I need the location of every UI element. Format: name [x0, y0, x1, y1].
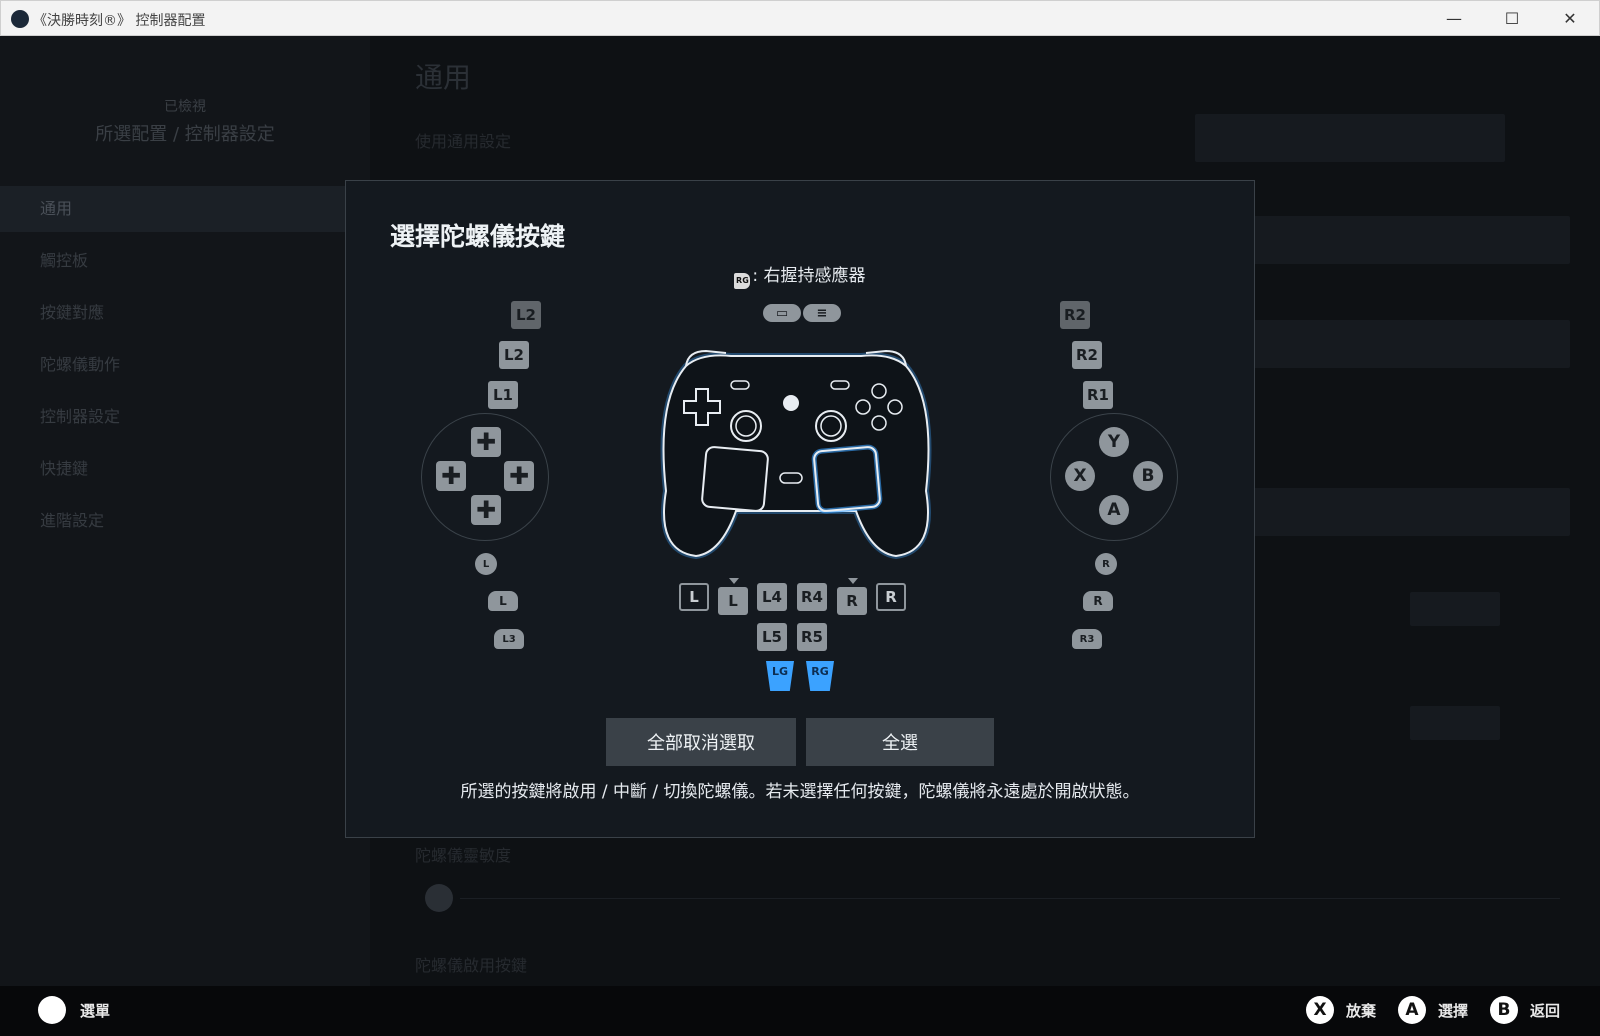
right-grip-sensor-button[interactable]: RG [806, 661, 834, 691]
r3-click-icon[interactable]: R3 [1072, 629, 1102, 649]
right-stick-touch-icon[interactable]: R [1095, 553, 1117, 575]
right-grip-icon[interactable]: R [1083, 591, 1113, 611]
sidebar-header-label: 已檢視 [164, 99, 206, 115]
r2-button[interactable]: R2 [1072, 341, 1102, 369]
steam-menu-icon[interactable] [38, 996, 66, 1024]
r1-button[interactable]: R1 [1083, 381, 1113, 409]
steam-logo-icon [11, 10, 29, 28]
close-button[interactable]: ✕ [1547, 1, 1593, 36]
r2-full-pull-button[interactable]: R2 [1060, 301, 1090, 329]
controller-illustration-icon [660, 349, 932, 560]
bottom-bar: 選單 X 放棄 A 選擇 B 返回 [0, 986, 1600, 1036]
bg-slider-track [460, 898, 1560, 899]
left-trackpad-click-button[interactable]: L [679, 583, 709, 611]
a-button[interactable]: A [1099, 495, 1129, 525]
sidebar: 已檢視 所選配置 / 控制器設定 通用 觸控板 按鍵對應 陀螺儀動作 控制器設定… [0, 36, 370, 986]
maximize-button[interactable]: ☐ [1489, 1, 1535, 36]
right-grip-sensor-icon: RG [734, 273, 751, 289]
sidebar-item-controller[interactable]: 控制器設定 [0, 394, 370, 440]
b-key-icon: B [1490, 996, 1518, 1024]
minimize-button[interactable]: — [1431, 1, 1477, 36]
sidebar-item-trackpad[interactable]: 觸控板 [0, 238, 370, 284]
r5-button[interactable]: R5 [797, 623, 827, 651]
left-grip-sensor-button[interactable]: LG [766, 661, 794, 691]
bg-dropdown [1240, 216, 1570, 264]
dpad-right-icon[interactable]: ✚ [504, 461, 534, 491]
sidebar-header: 已檢視 所選配置 / 控制器設定 [0, 96, 370, 146]
bg-value [1410, 706, 1500, 740]
window-title: 《決勝時刻®》 控制器配置 [33, 13, 206, 29]
back-label[interactable]: 返回 [1530, 1000, 1560, 1021]
legend-text: : 右握持感應器 [752, 266, 866, 286]
bg-slider-knob [425, 884, 453, 912]
legend: RG: 右握持感應器 [346, 261, 1254, 289]
l2-button[interactable]: L2 [499, 341, 529, 369]
discard-label[interactable]: 放棄 [1346, 1000, 1376, 1021]
sidebar-header-subtitle: 所選配置 / 控制器設定 [95, 124, 275, 145]
sidebar-item-general[interactable]: 通用 [0, 186, 370, 232]
dialog-note: 所選的按鍵將啟用 / 中斷 / 切換陀螺儀。若未選擇任何按鍵，陀螺儀將永遠處於開… [460, 782, 1140, 802]
b-button[interactable]: B [1133, 461, 1163, 491]
l5-button[interactable]: L5 [757, 623, 787, 651]
sidebar-item-shortcuts[interactable]: 快捷鍵 [0, 446, 370, 492]
sidebar-item-buttons[interactable]: 按鍵對應 [0, 290, 370, 336]
left-grip-icon[interactable]: L [488, 591, 518, 611]
a-key-icon: A [1398, 996, 1426, 1024]
dialog-title: 選擇陀螺儀按鍵 [390, 222, 566, 251]
select-all-button[interactable]: 全選 [806, 718, 994, 766]
l3-click-icon[interactable]: L3 [494, 629, 524, 649]
x-button[interactable]: X [1065, 461, 1095, 491]
view-button-icon[interactable]: ▭ [763, 304, 801, 322]
x-key-icon: X [1306, 996, 1334, 1024]
bg-dropdown [1240, 320, 1570, 368]
deselect-all-button[interactable]: 全部取消選取 [606, 718, 796, 766]
section-title: 通用 [415, 61, 472, 94]
left-trackpad-touch-button[interactable]: L [718, 578, 748, 615]
menu-label[interactable]: 選單 [80, 1000, 110, 1021]
r4-button[interactable]: R4 [797, 583, 827, 611]
bg-dropdown [1240, 488, 1570, 536]
left-stick-touch-icon[interactable]: L [475, 553, 497, 575]
l2-full-pull-button[interactable]: L2 [511, 301, 541, 329]
bg-row-label: 陀螺儀啟用按鍵 [415, 956, 528, 975]
bg-row-label: 陀螺儀靈敏度 [415, 846, 512, 865]
title-bar: 《決勝時刻®》 控制器配置 — ☐ ✕ [0, 0, 1600, 36]
bg-row-label: 使用通用設定 [415, 132, 512, 151]
bg-value [1410, 592, 1500, 626]
select-label[interactable]: 選擇 [1438, 1000, 1468, 1021]
right-trackpad-click-button[interactable]: R [876, 583, 906, 611]
menu-button-icon[interactable]: ≡ [803, 304, 841, 322]
sidebar-item-advanced[interactable]: 進階設定 [0, 498, 370, 544]
y-button[interactable]: Y [1099, 427, 1129, 457]
dpad-left-icon[interactable]: ✚ [436, 461, 466, 491]
gyro-button-dialog: 選擇陀螺儀按鍵 RG: 右握持感應器 L2 L2 L1 ✚ ✚ ✚ ✚ L L … [345, 180, 1255, 838]
dpad-up-icon[interactable]: ✚ [471, 427, 501, 457]
sidebar-item-gyro[interactable]: 陀螺儀動作 [0, 342, 370, 388]
l1-button[interactable]: L1 [488, 381, 518, 409]
dpad-down-icon[interactable]: ✚ [471, 495, 501, 525]
l4-button[interactable]: L4 [757, 583, 787, 611]
right-trackpad-touch-button[interactable]: R [837, 578, 867, 615]
bg-dropdown [1195, 114, 1505, 162]
